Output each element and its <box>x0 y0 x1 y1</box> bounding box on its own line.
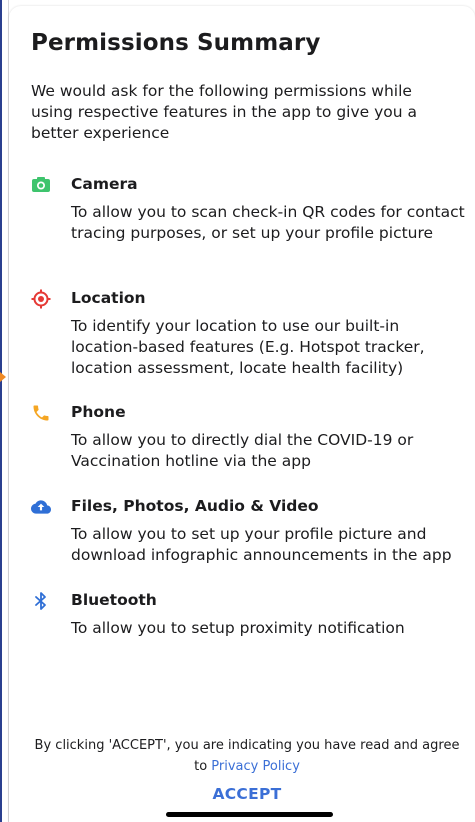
permission-item-phone: Phone To allow you to directly dial the … <box>31 402 471 472</box>
permission-item-camera: Camera To allow you to scan check-in QR … <box>31 174 471 264</box>
consent-notice: By clicking 'ACCEPT', you are indicating… <box>29 735 465 777</box>
permission-item-files: Files, Photos, Audio & Video To allow yo… <box>31 496 471 566</box>
permission-name: Location <box>71 289 146 307</box>
permission-name: Phone <box>71 403 126 421</box>
permissions-screen: Permissions Summary We would ask for the… <box>0 0 475 822</box>
permission-description: To allow you to setup proximity notifica… <box>71 619 405 637</box>
camera-icon <box>31 175 51 195</box>
cloud-upload-icon <box>31 497 51 517</box>
bluetooth-icon <box>31 591 51 611</box>
permission-name: Camera <box>71 175 138 193</box>
permission-item-location: Location To identify your location to us… <box>31 288 471 384</box>
permissions-dialog: Permissions Summary We would ask for the… <box>9 6 475 822</box>
permission-description: To allow you to set up your profile pict… <box>71 525 452 564</box>
phone-icon <box>31 403 51 423</box>
background-app-edge <box>0 0 9 822</box>
dialog-title: Permissions Summary <box>31 30 321 56</box>
permission-description: To allow you to scan check-in QR codes f… <box>71 203 465 242</box>
home-indicator <box>166 812 333 817</box>
privacy-policy-link[interactable]: Privacy Policy <box>211 759 300 774</box>
location-target-icon <box>31 289 51 309</box>
permission-item-bluetooth: Bluetooth To allow you to setup proximit… <box>31 590 471 640</box>
permission-description: To allow you to directly dial the COVID-… <box>71 431 414 470</box>
background-arrow-icon <box>0 372 6 382</box>
dialog-intro: We would ask for the following permissio… <box>31 82 418 142</box>
permission-description: To identify your location to use our bui… <box>71 317 425 377</box>
permission-name: Bluetooth <box>71 591 157 609</box>
permission-name: Files, Photos, Audio & Video <box>71 497 319 515</box>
accept-button[interactable]: ACCEPT <box>197 785 297 803</box>
background-rail <box>0 0 2 822</box>
